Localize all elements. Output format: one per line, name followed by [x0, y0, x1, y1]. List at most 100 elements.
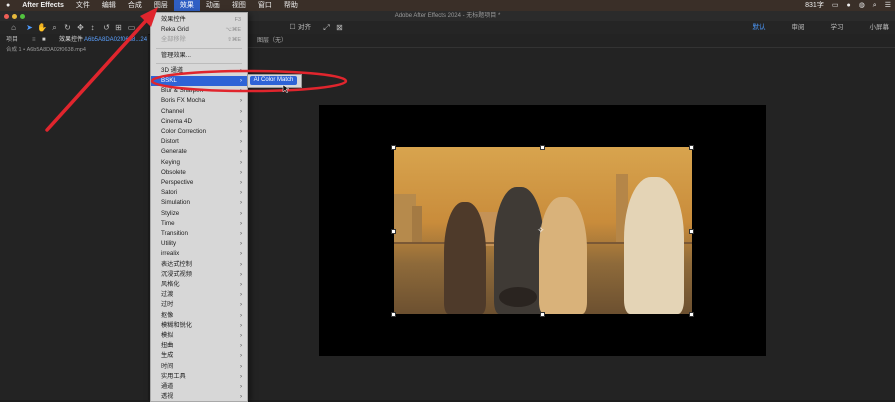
effect-menu-item[interactable]: 表达式控制 ›: [151, 260, 247, 270]
effect-menu-item[interactable]: 模糊和锐化 ›: [151, 321, 247, 331]
rotate-tool-icon[interactable]: ↺: [102, 23, 111, 32]
snap-grid-icon[interactable]: ⊠: [335, 23, 344, 32]
transform-handle[interactable]: [689, 145, 694, 150]
snap-icon[interactable]: ⤢: [322, 23, 331, 32]
snap-checkbox[interactable]: ☐: [288, 23, 297, 32]
effect-menu-item[interactable]: 沉浸式视频 ›: [151, 270, 247, 280]
menu-help[interactable]: 帮助: [278, 0, 304, 11]
effect-menu-item[interactable]: 扭曲 ›: [151, 341, 247, 351]
chevron-right-icon: ›: [240, 98, 242, 105]
building: [412, 206, 422, 244]
effect-menu-item[interactable]: Color Correction ›: [151, 127, 247, 137]
effect-menu-item[interactable]: Generate ›: [151, 147, 247, 157]
battery-icon[interactable]: ▭: [832, 0, 839, 11]
effect-menu-item[interactable]: 生成 ›: [151, 351, 247, 361]
ai-color-match-item[interactable]: AI Color Match: [250, 76, 297, 85]
effect-menu-item[interactable]: Obsolete ›: [151, 168, 247, 178]
effect-menu-item[interactable]: 透视 ›: [151, 392, 247, 402]
app-menu[interactable]: After Effects: [16, 0, 70, 11]
control-center-icon[interactable]: ☰: [885, 0, 891, 11]
person: [624, 177, 684, 314]
effect-menu-item[interactable]: Transition ›: [151, 229, 247, 239]
effect-menu-item[interactable]: 效果控件 F3: [151, 15, 247, 25]
effect-menu-item[interactable]: Keying ›: [151, 158, 247, 168]
effect-menu-item[interactable]: 管理效果...: [151, 51, 247, 61]
menu-layer[interactable]: 图层: [148, 0, 174, 11]
wechat-icon[interactable]: ◍: [859, 0, 865, 11]
workspace-review[interactable]: 审阅: [792, 21, 805, 34]
home-icon[interactable]: ⌂: [9, 23, 18, 32]
comp-label[interactable]: 合成 1 • A6b5A8DA02f0638.mp4: [6, 45, 86, 55]
effect-menu-item[interactable]: 抠像 ›: [151, 311, 247, 321]
transform-handle[interactable]: [540, 145, 545, 150]
menu-edit[interactable]: 编辑: [96, 0, 122, 11]
hand-tool-icon[interactable]: ✋: [37, 23, 47, 32]
effect-menu-item[interactable]: Simulation ›: [151, 198, 247, 208]
effect-menu-item[interactable]: Cinema 4D ›: [151, 117, 247, 127]
transform-handle[interactable]: [540, 312, 545, 317]
layer-panel-tab[interactable]: 图层（无）: [257, 35, 287, 47]
chevron-right-icon: ›: [240, 67, 242, 74]
effect-menu-item[interactable]: Time ›: [151, 219, 247, 229]
orbit-tool-icon[interactable]: ↻: [63, 23, 72, 32]
effect-menu-item[interactable]: Stylize ›: [151, 209, 247, 219]
effect-menu-item[interactable]: Utility ›: [151, 239, 247, 249]
rectangle-tool-icon[interactable]: ▭: [127, 23, 136, 32]
effect-menu-item[interactable]: 模拟 ›: [151, 331, 247, 341]
effect-menu-item[interactable]: 过渡 ›: [151, 290, 247, 300]
effect-menu-item-label: 通道: [161, 383, 174, 390]
dolly-tool-icon[interactable]: ↕: [88, 23, 97, 32]
effect-menu-item[interactable]: 实用工具 ›: [151, 372, 247, 382]
effect-menu-item[interactable]: Perspective ›: [151, 178, 247, 188]
workspace-small-screen[interactable]: 小屏幕: [870, 21, 890, 34]
anchor-point-icon[interactable]: ✧: [537, 225, 545, 236]
workspace-learn[interactable]: 学习: [831, 21, 844, 34]
menu-window[interactable]: 窗口: [252, 0, 278, 11]
effect-menu-item[interactable]: 时间 ›: [151, 362, 247, 372]
transform-handle[interactable]: [689, 312, 694, 317]
menu-icon[interactable]: ≡: [32, 35, 36, 45]
effect-menu-item[interactable]: Boris FX Mocha ›: [151, 96, 247, 106]
workspace-default[interactable]: 默认: [753, 21, 766, 34]
close-window-icon[interactable]: [4, 14, 9, 19]
chevron-right-icon: ›: [240, 231, 242, 237]
transform-handle[interactable]: [391, 145, 396, 150]
anchor-tool-icon[interactable]: ⊞: [114, 23, 123, 32]
effect-menu-item[interactable]: BSKL ›: [151, 76, 247, 86]
selection-tool-icon[interactable]: ➤: [25, 23, 34, 32]
effect-menu-item-label: Simulation: [161, 199, 190, 207]
minimize-window-icon[interactable]: [12, 14, 17, 19]
effect-menu-item[interactable]: 风格化 ›: [151, 280, 247, 290]
effect-menu-item-label: Distort: [161, 138, 179, 146]
transform-handle[interactable]: [391, 229, 396, 234]
effect-menu-item[interactable]: 通道 ›: [151, 382, 247, 392]
menu-animation[interactable]: 动画: [200, 0, 226, 11]
effect-menu-item[interactable]: Channel ›: [151, 107, 247, 117]
search-icon[interactable]: ⌕: [873, 0, 877, 11]
pan-behind-icon[interactable]: ✥: [76, 23, 85, 32]
effect-menu-item[interactable]: irrealix ›: [151, 249, 247, 259]
effect-menu-item[interactable]: Reka Grid ⌥⌘E: [151, 25, 247, 35]
menu-composition[interactable]: 合成: [122, 0, 148, 11]
menu-effect[interactable]: 效果: [173, 0, 200, 11]
chevron-right-icon: ›: [240, 200, 242, 207]
zoom-window-icon[interactable]: [20, 14, 25, 19]
effect-menu-item-label: 沉浸式视频: [161, 270, 192, 278]
transform-handle[interactable]: [689, 229, 694, 234]
menu-file[interactable]: 文件: [70, 0, 96, 11]
apple-icon[interactable]: ●: [0, 0, 16, 11]
chevron-right-icon: ›: [240, 363, 242, 370]
menu-view[interactable]: 视图: [226, 0, 252, 11]
effect-menu-item[interactable]: Distort ›: [151, 137, 247, 147]
effect-controls-tab[interactable]: 效果控件: [59, 35, 83, 45]
effect-menu-item[interactable]: 3D 通道 ›: [151, 66, 247, 76]
zoom-tool-icon[interactable]: ⌕: [50, 23, 59, 32]
word-count-status[interactable]: 831字: [805, 0, 824, 11]
microphone-icon[interactable]: ●: [846, 0, 850, 11]
effect-menu-item-label: Time: [161, 219, 175, 227]
effect-menu-item[interactable]: Satori ›: [151, 188, 247, 198]
effect-menu-item[interactable]: Blur & Sharpen ›: [151, 86, 247, 96]
effect-menu-item[interactable]: 过时 ›: [151, 300, 247, 310]
transform-handle[interactable]: [391, 312, 396, 317]
project-tab[interactable]: 项目: [6, 35, 18, 45]
